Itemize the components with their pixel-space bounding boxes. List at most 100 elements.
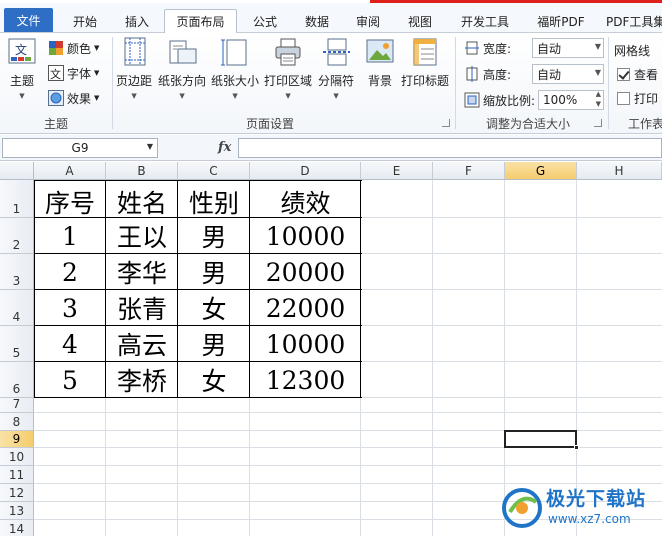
table-header-cell[interactable]: 序号 — [34, 180, 106, 218]
row-header[interactable]: 11 — [0, 466, 34, 484]
table-cell[interactable]: 男 — [178, 326, 250, 362]
theme-effects-button[interactable]: 效果 ▼ — [48, 87, 99, 109]
table-cell[interactable]: 高云 — [106, 326, 178, 362]
sheet-options-group-label: 工作表 — [628, 117, 662, 131]
row-header[interactable]: 3 — [0, 254, 34, 290]
gridlines-print-row[interactable]: 打印 — [617, 87, 658, 109]
column-header[interactable]: D — [250, 162, 361, 180]
column-header[interactable]: G — [505, 162, 577, 180]
tab-pdf-tools[interactable]: PDF工具集 — [606, 9, 662, 34]
row-header[interactable]: 10 — [0, 448, 34, 466]
table-cell[interactable]: 10000 — [250, 218, 361, 254]
active-cell-outline[interactable] — [504, 430, 577, 448]
orientation-button[interactable]: 纸张方向 ▼ — [158, 37, 206, 100]
size-button[interactable]: 纸张大小 ▼ — [211, 37, 259, 100]
chevron-down-icon: ▼ — [333, 92, 339, 100]
insert-function-icon[interactable]: fx — [218, 140, 231, 155]
theme-colors-button[interactable]: 颜色 ▼ — [48, 37, 99, 59]
row-header[interactable]: 9 — [0, 431, 34, 448]
table-cell[interactable]: 女 — [178, 362, 250, 398]
table-cell[interactable]: 3 — [34, 290, 106, 326]
table-border — [249, 180, 250, 398]
background-button[interactable]: 背景 — [364, 37, 396, 89]
table-cell[interactable]: 女 — [178, 290, 250, 326]
tab-insert[interactable]: 插入 — [113, 9, 161, 34]
column-header[interactable]: H — [577, 162, 662, 180]
column-header[interactable]: C — [178, 162, 250, 180]
fill-handle[interactable] — [574, 445, 579, 450]
gridlines-view-row[interactable]: 查看 — [617, 63, 658, 85]
table-cell[interactable]: 李桥 — [106, 362, 178, 398]
select-all-corner[interactable] — [0, 162, 34, 180]
tab-file[interactable]: 文件 — [4, 8, 53, 32]
table-border — [360, 180, 361, 398]
scale-spinner[interactable]: 100% ▲ ▼ — [538, 90, 604, 110]
row-header[interactable]: 14 — [0, 520, 34, 536]
print-titles-button[interactable]: 打印标题 — [401, 37, 449, 89]
row-header[interactable]: 5 — [0, 326, 34, 362]
row-header[interactable]: 4 — [0, 290, 34, 326]
column-header[interactable]: B — [106, 162, 178, 180]
tab-view[interactable]: 视图 — [396, 9, 444, 34]
scale-launcher-icon[interactable] — [594, 119, 602, 127]
chevron-down-icon: ▼ — [594, 68, 601, 77]
spin-down-icon[interactable]: ▼ — [596, 100, 601, 108]
formula-input[interactable] — [238, 138, 662, 158]
column-header[interactable]: A — [34, 162, 106, 180]
table-cell[interactable]: 张青 — [106, 290, 178, 326]
row-header[interactable]: 12 — [0, 484, 34, 502]
gridlines-view-checkbox[interactable] — [617, 67, 630, 81]
table-header-cell[interactable]: 性别 — [178, 180, 250, 218]
palette-icon — [48, 40, 64, 56]
tab-formulas[interactable]: 公式 — [240, 9, 290, 34]
table-border — [105, 180, 106, 398]
breaks-button[interactable]: 分隔符 ▼ — [318, 37, 354, 100]
row-header[interactable]: 8 — [0, 413, 34, 431]
row-header[interactable]: 6 — [0, 362, 34, 398]
table-cell[interactable]: 12300 — [250, 362, 361, 398]
table-border — [177, 180, 178, 398]
table-header-cell[interactable]: 绩效 — [250, 180, 361, 218]
row-header[interactable]: 2 — [0, 218, 34, 254]
tab-foxit-pdf[interactable]: 福昕PDF — [528, 9, 594, 34]
table-cell[interactable]: 22000 — [250, 290, 361, 326]
chevron-down-icon[interactable]: ▼ — [147, 142, 153, 151]
margins-button[interactable]: 页边距 ▼ — [116, 37, 152, 100]
themes-button[interactable]: 文 主题 ▼ — [6, 37, 38, 100]
tab-developer[interactable]: 开发工具 — [450, 9, 520, 34]
table-cell[interactable]: 男 — [178, 254, 250, 290]
tab-review[interactable]: 审阅 — [344, 9, 392, 34]
table-cell[interactable]: 1 — [34, 218, 106, 254]
table-cell[interactable]: 王以 — [106, 218, 178, 254]
row-header[interactable]: 1 — [0, 180, 34, 218]
tab-page-layout[interactable]: 页面布局 — [164, 9, 237, 34]
table-cell[interactable]: 10000 — [250, 326, 361, 362]
name-box[interactable]: G9 ▼ — [2, 138, 158, 158]
column-header[interactable]: E — [361, 162, 433, 180]
page-setup-launcher-icon[interactable] — [442, 119, 450, 127]
table-cell[interactable]: 李华 — [106, 254, 178, 290]
width-select[interactable]: 自动 ▼ — [532, 38, 604, 58]
table-cell[interactable]: 20000 — [250, 254, 361, 290]
effects-icon — [48, 90, 64, 106]
table-cell[interactable]: 2 — [34, 254, 106, 290]
print-area-button[interactable]: 打印区域 ▼ — [264, 37, 312, 100]
watermark-title: 极光下载站 — [546, 488, 647, 510]
watermark-url: www.xz7.com — [548, 512, 631, 526]
table-header-cell[interactable]: 姓名 — [106, 180, 178, 218]
table-cell[interactable]: 4 — [34, 326, 106, 362]
row-header[interactable]: 7 — [0, 397, 34, 413]
gridlines-print-label: 打印 — [634, 91, 659, 106]
tab-home[interactable]: 开始 — [60, 9, 110, 34]
tab-data[interactable]: 数据 — [294, 9, 340, 34]
worksheet-grid[interactable]: A B C D E F G H 1 2 3 4 5 6 7 8 9 10 11 12 13 14 序号 姓名 性别 绩效 1 王以男 1… — [0, 162, 662, 536]
table-cell[interactable]: 男 — [178, 218, 250, 254]
gridlines-print-checkbox[interactable] — [617, 91, 630, 105]
spin-up-icon[interactable]: ▲ — [596, 90, 601, 98]
row-header[interactable]: 13 — [0, 502, 34, 520]
chevron-down-icon: ▼ — [19, 92, 25, 100]
theme-fonts-button[interactable]: 文 字体 ▼ — [48, 62, 99, 84]
table-cell[interactable]: 5 — [34, 362, 106, 398]
height-select[interactable]: 自动 ▼ — [532, 64, 604, 84]
column-header[interactable]: F — [433, 162, 505, 180]
